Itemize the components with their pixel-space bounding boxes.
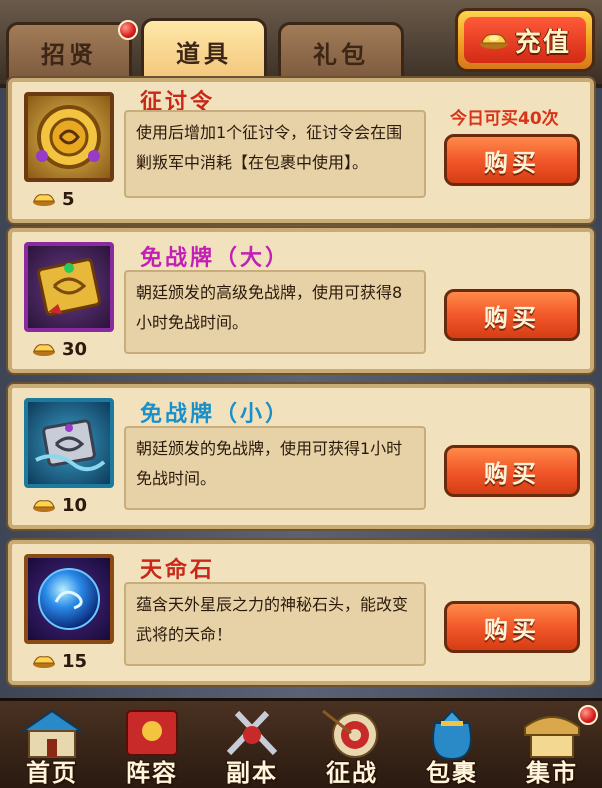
nav-label: 阵容: [126, 759, 178, 787]
notification-badge: [578, 705, 598, 725]
item-price: 15: [32, 648, 87, 674]
item-price: 10: [32, 492, 87, 518]
nav-campaign[interactable]: 征战: [304, 705, 400, 788]
nav-dungeon[interactable]: 副本: [204, 705, 300, 788]
buy-button[interactable]: 购买: [444, 601, 580, 653]
item-description: 蕴含天外星辰之力的神秘石头，能改变武将的天命！: [124, 582, 426, 666]
top-bar: 招贤 道具 礼包 充值: [0, 0, 602, 88]
item-description: 朝廷颁发的免战牌，使用可获得1小时免战时间。: [124, 426, 426, 510]
nav-label: 包裹: [426, 759, 478, 787]
gold-ingot-icon: [479, 34, 508, 49]
price-value: 10: [62, 494, 88, 516]
price-value: 5: [62, 188, 75, 210]
tab-label: 道具: [176, 40, 232, 68]
buy-button[interactable]: 购买: [444, 445, 580, 497]
token-coin-icon: [24, 92, 114, 182]
item-title: 免战牌（大）: [140, 246, 291, 271]
price-value: 15: [62, 650, 88, 672]
shop-item-card: 10 免战牌（小） 朝廷颁发的免战牌，使用可获得1小时免战时间。 购买: [8, 384, 594, 529]
large-truce-plaque-icon: [24, 242, 114, 332]
nav-label: 集市: [526, 759, 578, 787]
nav-bag[interactable]: 包裹: [404, 705, 500, 788]
bottom-nav: 首页 阵容 副本 征战 包裹 集市: [0, 698, 602, 788]
destiny-stone-icon: [24, 554, 114, 644]
shop-item-list[interactable]: 5 征讨令 使用后增加1个征讨令，征讨令会在围剿叛军中消耗【在包裹中使用】。 今…: [0, 78, 602, 698]
tab-label: 招贤: [41, 41, 97, 69]
item-price: 30: [32, 336, 87, 362]
tab-recruit[interactable]: 招贤: [6, 22, 132, 80]
nav-home[interactable]: 首页: [4, 705, 100, 788]
buy-button[interactable]: 购买: [444, 289, 580, 341]
purchase-limit: 今日可买40次: [450, 109, 559, 129]
tab-gift-packs[interactable]: 礼包: [278, 22, 404, 80]
item-title: 天命石: [140, 558, 216, 583]
item-price: 5: [32, 186, 75, 212]
price-value: 30: [62, 338, 88, 360]
shop-item-card: 5 征讨令 使用后增加1个征讨令，征讨令会在围剿叛军中消耗【在包裹中使用】。 今…: [8, 78, 594, 223]
shop-item-card: 30 免战牌（大） 朝廷颁发的高级免战牌，使用可获得8小时免战时间。 购买: [8, 228, 594, 373]
gold-ingot-icon: [33, 500, 55, 512]
nav-label: 副本: [226, 759, 278, 787]
item-title: 免战牌（小）: [140, 402, 291, 427]
buy-button[interactable]: 购买: [444, 134, 580, 186]
gold-ingot-icon: [33, 194, 55, 206]
notification-badge: [118, 20, 138, 40]
recharge-label: 充值: [514, 27, 571, 58]
nav-lineup[interactable]: 阵容: [104, 705, 200, 788]
nav-label: 征战: [326, 759, 378, 787]
tab-label: 礼包: [313, 41, 369, 69]
recharge-button[interactable]: 充值: [455, 8, 595, 72]
shop-item-card: 15 天命石 蕴含天外星辰之力的神秘石头，能改变武将的天命！ 购买: [8, 540, 594, 685]
tab-items[interactable]: 道具: [141, 18, 267, 82]
item-description: 朝廷颁发的高级免战牌，使用可获得8小时免战时间。: [124, 270, 426, 354]
small-truce-plaque-icon: [24, 398, 114, 488]
nav-label: 首页: [26, 759, 78, 787]
gold-ingot-icon: [33, 656, 55, 668]
gold-ingot-icon: [33, 344, 55, 356]
item-description: 使用后增加1个征讨令，征讨令会在围剿叛军中消耗【在包裹中使用】。: [124, 110, 426, 198]
